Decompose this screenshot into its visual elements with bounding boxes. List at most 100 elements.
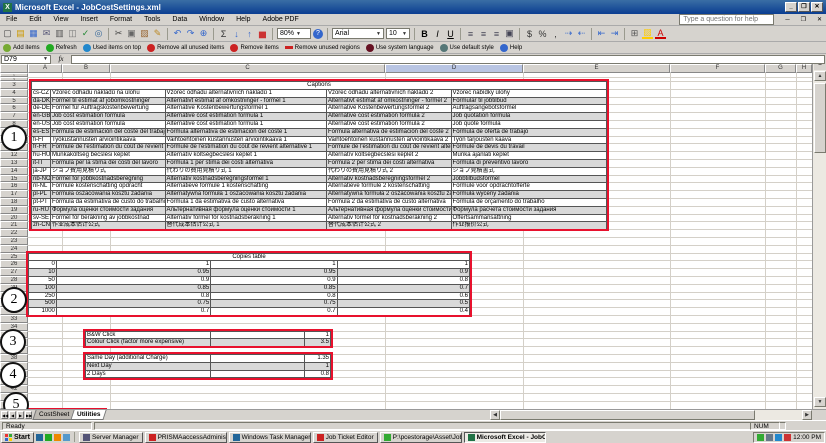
caption-cell[interactable]: Fórmula da estimativa de custo do trabal… xyxy=(51,199,166,207)
research-icon[interactable]: ◎ xyxy=(93,28,104,39)
delivery-label-cell[interactable]: Next Day xyxy=(86,363,211,371)
scroll-up-icon[interactable]: ▲ xyxy=(814,71,826,81)
column-header-C[interactable]: C xyxy=(110,64,385,73)
caption-alt2-cell[interactable]: Formula 2 per stima dei costi alternativ… xyxy=(327,160,452,168)
menu-file[interactable]: File xyxy=(4,15,19,24)
caption-alt1-cell[interactable]: Alternative cost estimation formula 1 xyxy=(166,121,327,129)
copies-factor3-cell[interactable]: 0.5 xyxy=(338,300,469,308)
caption-quote-cell[interactable]: Jobbtilbudsformel xyxy=(452,176,606,184)
sheet-tab-costsheet[interactable]: CostSheet xyxy=(32,410,76,420)
caption-cell[interactable]: Job cost estimation formula xyxy=(51,113,166,121)
caption-quote-cell[interactable]: ジョブ見積書式 xyxy=(452,168,606,176)
caption-alt1-cell[interactable]: Fórmula 1 da estimativa de custo alterna… xyxy=(166,199,327,207)
copies-factor2-cell[interactable]: 0.85 xyxy=(211,285,337,293)
tray-network-icon[interactable] xyxy=(775,434,782,441)
borders-icon[interactable]: ⊞ xyxy=(629,28,640,39)
caption-alt1-cell[interactable]: Alternatív költségbecslési képlet 1 xyxy=(166,152,327,160)
copies-qty-cell[interactable]: 250 xyxy=(29,293,57,301)
caption-alt1-cell[interactable]: Formula 1 per stima dei costi alternativ… xyxy=(166,160,327,168)
caption-quote-cell[interactable]: 作业报价公式 xyxy=(452,222,606,230)
caption-alt2-cell[interactable]: Vzorec odhadu alternativních nákladů 2 xyxy=(327,90,452,98)
caption-cell[interactable]: Vzorec odhadu nákladů na úlohu xyxy=(51,90,166,98)
bold-icon[interactable]: B xyxy=(419,28,430,39)
caption-quote-cell[interactable]: Формула расчета стоимости задания xyxy=(452,207,606,215)
name-box[interactable]: D79 ▼ xyxy=(1,55,51,64)
tray-status-icon[interactable] xyxy=(757,434,764,441)
caption-alt1-cell[interactable]: Альтернативная формула оценки стоимости … xyxy=(166,207,327,215)
email-icon[interactable]: ✉ xyxy=(41,28,52,39)
custom-toolbar-help[interactable]: Help xyxy=(500,44,522,52)
zoom-combobox[interactable]: 80%▼ xyxy=(277,28,311,39)
chart-wizard-icon[interactable]: ▅ xyxy=(257,28,268,39)
copies-factor1-cell[interactable]: 0.8 xyxy=(57,293,211,301)
copies-factor3-cell[interactable]: 0.4 xyxy=(338,308,469,316)
row-header-6[interactable]: 6 xyxy=(0,104,28,112)
percent-icon[interactable]: % xyxy=(537,28,548,39)
caption-alt2-cell[interactable]: Vaihtoehtoinen kustannusten arviointikaa… xyxy=(327,137,452,145)
sort-descending-icon[interactable]: ↑ xyxy=(244,28,255,39)
caption-alt2-cell[interactable]: Alternatywna formuła 2 oszacowania koszt… xyxy=(327,191,452,199)
font-combobox[interactable]: Arial▼ xyxy=(332,28,384,39)
caption-cell[interactable]: Formel for jobbkostnadsberegning xyxy=(51,176,166,184)
row-header-18[interactable]: 18 xyxy=(0,198,28,206)
caption-quote-cell[interactable]: Formule voor opdrachtofferte xyxy=(452,183,606,191)
caption-cell[interactable]: Formuła oszacowania kosztu zadania xyxy=(51,191,166,199)
locale-code-cell[interactable]: it-IT xyxy=(32,160,51,168)
row-header-23[interactable]: 23 xyxy=(0,237,28,245)
increase-indent-icon[interactable]: ⇥ xyxy=(609,28,620,39)
click-label-cell[interactable]: B&W Click xyxy=(86,332,211,340)
undo-icon[interactable]: ↶ xyxy=(172,28,183,39)
copies-qty-cell[interactable]: 10 xyxy=(29,269,57,277)
custom-toolbar-refresh[interactable]: Refresh xyxy=(46,44,77,52)
align-center-icon[interactable]: ≡ xyxy=(478,28,489,39)
locale-code-cell[interactable]: nl-NL xyxy=(32,183,51,191)
quick-launch-icon-4[interactable] xyxy=(63,434,70,441)
copies-factor1-cell[interactable]: 1 xyxy=(57,261,211,269)
caption-quote-cell[interactable]: Vzorec nabídky úlohy xyxy=(452,90,606,98)
hyperlink-icon[interactable]: ⊕ xyxy=(198,28,209,39)
font-color-icon[interactable]: A xyxy=(655,28,666,39)
row-header-26[interactable]: 26 xyxy=(0,260,28,268)
copies-factor2-cell[interactable]: 0.75 xyxy=(211,300,337,308)
caption-quote-cell[interactable]: Formule de devis du travail xyxy=(452,144,606,152)
locale-code-cell[interactable]: da-DK xyxy=(32,98,51,106)
name-box-dropdown-icon[interactable]: ▼ xyxy=(43,56,48,62)
row-header-27[interactable]: 27 xyxy=(0,268,28,276)
format-painter-icon[interactable]: ✎ xyxy=(152,28,163,39)
locale-code-cell[interactable]: es-ES xyxy=(32,129,51,137)
decrease-indent-icon[interactable]: ⇤ xyxy=(596,28,607,39)
locale-code-cell[interactable]: hu-HU xyxy=(32,152,51,160)
taskbar-button-5[interactable]: P:\pcestorage\Asset\Job... xyxy=(380,432,462,443)
row-header-24[interactable]: 24 xyxy=(0,245,28,253)
caption-cell[interactable]: ジョブ費用見積り式 xyxy=(51,168,166,176)
locale-code-cell[interactable]: ru-RU xyxy=(32,207,51,215)
caption-quote-cell[interactable]: Formular til jobtilbud xyxy=(452,98,606,106)
caption-alt1-cell[interactable]: Alternative cost estimation formula 1 xyxy=(166,113,327,121)
last-sheet-icon[interactable]: ▶▶ xyxy=(25,411,32,419)
delivery-value-cell[interactable]: 1 xyxy=(305,363,330,371)
prev-sheet-icon[interactable]: ◀ xyxy=(9,411,16,419)
menu-tools[interactable]: Tools xyxy=(142,15,162,24)
print-preview-icon[interactable]: ◫ xyxy=(67,28,78,39)
delivery-spacer-cell[interactable] xyxy=(211,371,305,379)
row-header-22[interactable]: 22 xyxy=(0,229,28,237)
print-icon[interactable]: ▥ xyxy=(54,28,65,39)
decrease-decimal-icon[interactable]: ⇠ xyxy=(576,28,587,39)
column-header-F[interactable]: F xyxy=(670,64,765,73)
menu-insert[interactable]: Insert xyxy=(78,15,100,24)
copies-factor1-cell[interactable]: 0.85 xyxy=(57,285,211,293)
scroll-right-icon[interactable]: ▶ xyxy=(802,410,812,420)
caption-cell[interactable]: Formule kostenschatting opdracht xyxy=(51,183,166,191)
copies-factor3-cell[interactable]: 1 xyxy=(338,261,469,269)
row-header-15[interactable]: 15 xyxy=(0,175,28,183)
caption-cell[interactable]: Fórmula de estimación del coste del trab… xyxy=(51,129,166,137)
row-header-13[interactable]: 13 xyxy=(0,159,28,167)
redo-icon[interactable]: ↷ xyxy=(185,28,196,39)
caption-quote-cell[interactable]: Auftragsangebotsformel xyxy=(452,105,606,113)
caption-alt2-cell[interactable]: 代わりの費用見積り式 2 xyxy=(327,168,452,176)
caption-alt1-cell[interactable]: 代わりの費用見積り式 1 xyxy=(166,168,327,176)
caption-cell[interactable]: Formule de l'estimation du coût de revie… xyxy=(51,144,166,152)
align-right-icon[interactable]: ≡ xyxy=(491,28,502,39)
open-icon[interactable]: ▤ xyxy=(15,28,26,39)
caption-quote-cell[interactable]: Formuła wyceny zadania xyxy=(452,191,606,199)
